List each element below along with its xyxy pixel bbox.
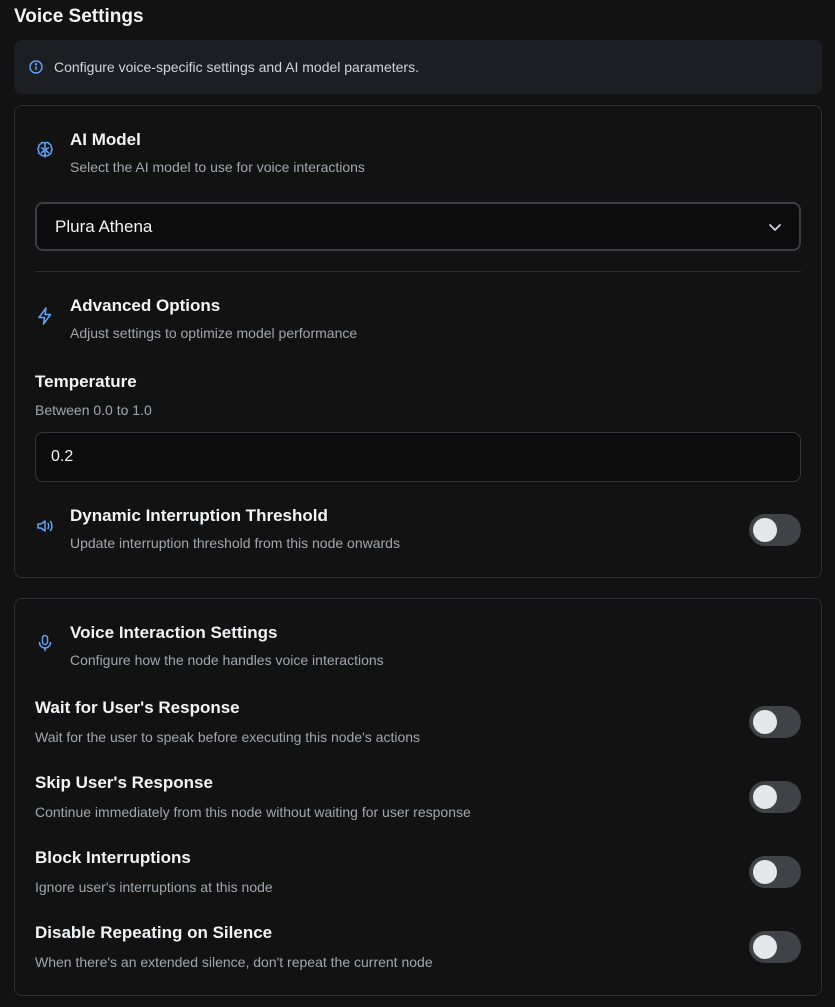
dynamic-threshold-title: Dynamic Interruption Threshold xyxy=(70,506,328,525)
ai-model-description: Select the AI model to use for voice int… xyxy=(70,159,365,175)
toggle-knob xyxy=(753,710,777,734)
block-interruptions-toggle[interactable] xyxy=(749,856,801,888)
voice-interaction-card: Voice Interaction Settings Configure how… xyxy=(14,598,822,996)
brain-icon xyxy=(35,140,55,160)
dynamic-threshold-description: Update interruption threshold from this … xyxy=(70,535,400,551)
ai-model-select[interactable]: Plura Athena xyxy=(35,202,801,251)
temperature-hint: Between 0.0 to 1.0 xyxy=(35,402,152,418)
ai-model-selected-value: Plura Athena xyxy=(55,216,153,236)
ai-model-header: AI Model Select the AI model to use for … xyxy=(35,130,365,175)
disable-repeat-toggle[interactable] xyxy=(749,931,801,963)
temperature-label: Temperature xyxy=(35,372,137,391)
advanced-options-title: Advanced Options xyxy=(70,296,221,315)
info-text: Configure voice-specific settings and AI… xyxy=(54,59,419,75)
wait-response-toggle[interactable] xyxy=(749,706,801,738)
section-divider xyxy=(35,271,801,272)
option-skip-label: Skip User's Response xyxy=(35,773,213,792)
voice-settings-page: Voice Settings Configure voice-specific … xyxy=(0,0,835,1007)
ai-model-card: AI Model Select the AI model to use for … xyxy=(14,105,822,578)
option-skip-description: Continue immediately from this node with… xyxy=(35,804,471,820)
option-wait-description: Wait for the user to speak before execut… xyxy=(35,729,421,745)
toggle-knob xyxy=(753,935,777,959)
microphone-icon xyxy=(35,633,55,653)
temperature-input[interactable] xyxy=(35,432,801,482)
advanced-options-header: Advanced Options Adjust settings to opti… xyxy=(35,296,357,341)
lightning-icon xyxy=(35,306,55,326)
skip-response-toggle[interactable] xyxy=(749,781,801,813)
option-disable-repeat-label: Disable Repeating on Silence xyxy=(35,923,273,942)
toggle-knob xyxy=(753,518,777,542)
option-block-description: Ignore user's interruptions at this node xyxy=(35,879,273,895)
dynamic-threshold-row: Dynamic Interruption Threshold Update in… xyxy=(35,506,400,551)
advanced-options-description: Adjust settings to optimize model perfor… xyxy=(70,325,358,341)
page-title: Voice Settings xyxy=(14,6,144,27)
voice-interaction-description: Configure how the node handles voice int… xyxy=(70,652,384,668)
voice-interaction-header: Voice Interaction Settings Configure how… xyxy=(35,623,384,668)
option-disable-repeat-description: When there's an extended silence, don't … xyxy=(35,954,433,970)
option-wait-label: Wait for User's Response xyxy=(35,698,240,717)
voice-interaction-title: Voice Interaction Settings xyxy=(70,623,278,642)
ai-model-title: AI Model xyxy=(70,130,141,149)
toggle-knob xyxy=(753,785,777,809)
option-block-label: Block Interruptions xyxy=(35,848,191,867)
info-circle-icon xyxy=(29,60,43,74)
dynamic-threshold-toggle[interactable] xyxy=(749,514,801,546)
toggle-knob xyxy=(753,860,777,884)
chevron-down-icon xyxy=(767,219,783,235)
info-banner: Configure voice-specific settings and AI… xyxy=(14,40,822,94)
speaker-icon xyxy=(35,516,55,536)
